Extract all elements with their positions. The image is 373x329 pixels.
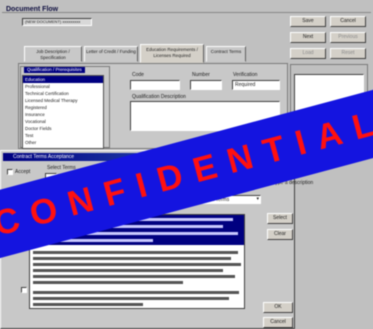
list-item[interactable]: Doctor Fields [23,125,103,132]
save-button[interactable]: Save [290,16,326,27]
number-field[interactable] [190,80,222,90]
window-title: Document Flow [6,6,59,13]
list-item[interactable]: Education [23,76,103,83]
clear-button[interactable]: Clear [267,229,293,240]
list-item[interactable]: Test [23,132,103,139]
accept-checkbox[interactable] [7,169,13,175]
list-item[interactable]: Licensed Medical Therapy [23,97,103,104]
load-button[interactable]: Load [290,48,326,59]
next-button[interactable]: Next [290,32,326,43]
tab-education-requirements[interactable]: Education Requirements / Licenses Requir… [140,44,204,63]
number-label: Number [192,72,210,78]
list-item[interactable]: Insurance [23,111,103,118]
list-item[interactable]: Professional [23,83,103,90]
reset-button[interactable]: Reset [330,48,366,59]
list-item[interactable]: Registered [23,104,103,111]
cancel-button[interactable]: Cancel [330,16,366,27]
qualification-list[interactable]: Education Professional Technical Certifi… [22,75,104,149]
verification-select[interactable]: Required [232,80,280,90]
previous-button[interactable]: Previous [330,32,366,43]
list-item[interactable]: Vocational [23,118,103,125]
tab-letter-of-credit[interactable]: Letter of Credit / Funding [84,46,138,62]
record-field[interactable]: (NEW DOCUMENT) xxxxxxxxx [22,18,92,26]
list-item[interactable]: Other [23,139,103,146]
tab-contract-terms[interactable]: Contract Terms [206,46,246,62]
tab-job-description[interactable]: Job Description / Specification [24,46,82,62]
ok-button[interactable]: OK [263,302,293,313]
accept-label: Accept [15,169,31,175]
code-field[interactable] [130,80,180,90]
list-item[interactable]: Technical Certification [23,90,103,97]
code-label: Code [132,72,144,78]
description-label: Qualification Description [132,94,186,100]
dialog-cancel-button[interactable]: Cancel [263,317,293,328]
select-button[interactable]: Select [267,213,293,224]
chevron-down-icon: ▾ [256,196,259,202]
option-checkbox[interactable] [21,287,27,293]
verification-label: Verification [233,72,258,78]
qualification-group-title: Qualification / Prerequisites [24,67,85,73]
